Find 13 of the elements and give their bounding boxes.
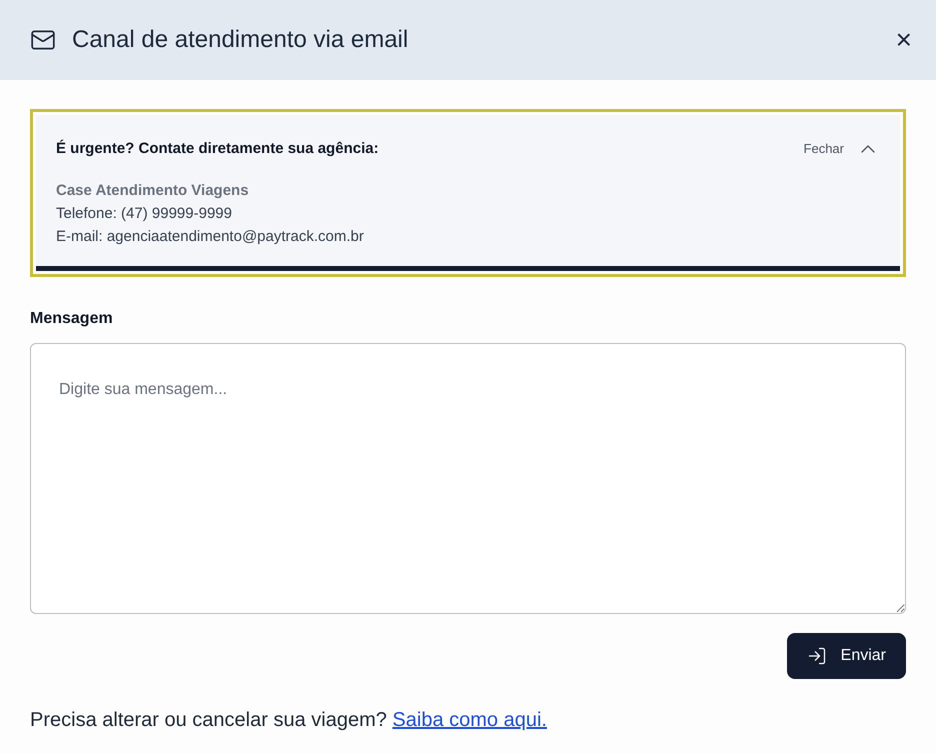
agency-phone: Telefone: (47) 99999-9999 — [56, 204, 233, 224]
dialog-title: Canal de atendimento via email — [72, 25, 410, 55]
agency-email: E-mail: agenciaatendimento@paytrack.com.br — [56, 227, 365, 247]
message-label: Mensagem — [30, 309, 114, 329]
sign-in-icon — [806, 646, 827, 666]
help-link[interactable]: Saiba como aqui. — [392, 709, 547, 731]
toggle-button[interactable]: Fechar — [804, 137, 880, 161]
message-field[interactable]: Digite sua mensagem... — [30, 343, 906, 614]
send-button[interactable]: Enviar — [786, 633, 906, 679]
panel-title: É urgente? Contate diretamente sua agência: — [56, 138, 380, 159]
close-button[interactable]: × — [896, 26, 912, 54]
agency-name: Case Atendimento Viagens — [56, 181, 250, 201]
help-text: Precisa alterar ou cancelar sua viagem? Saiba como aqui. — [30, 708, 548, 733]
